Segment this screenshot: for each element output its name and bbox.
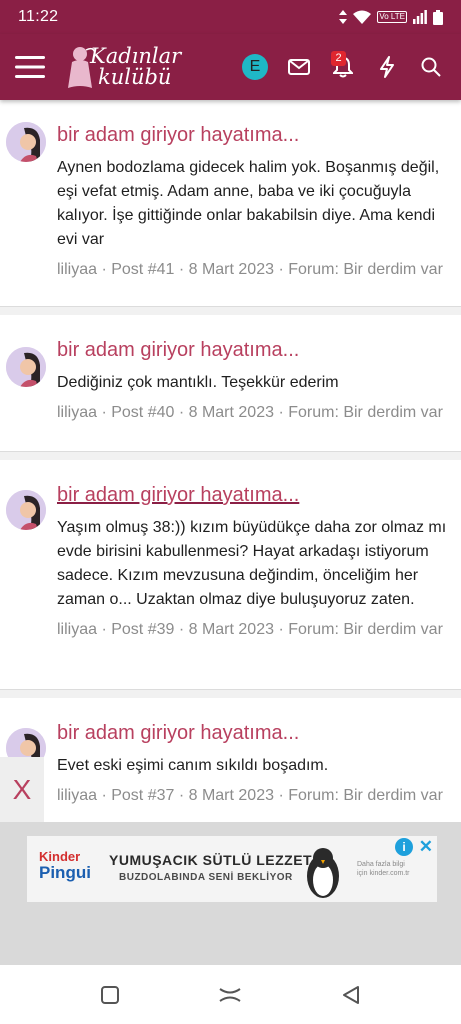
signal-icon — [413, 10, 427, 24]
wifi-icon — [353, 10, 372, 24]
status-icons: Vo LTE — [339, 9, 443, 25]
logo-line-1: Kadınlar — [90, 44, 182, 68]
ad-banner[interactable]: Kinder Pingui YUMUŞACIK SÜTLÜ LEZZET! BU… — [27, 836, 437, 902]
data-arrows-icon — [339, 10, 348, 24]
system-nav-bar — [0, 965, 461, 1024]
result-item: bir adam giriyor hayatıma... Yaşım olmuş… — [0, 452, 461, 690]
back-icon — [342, 985, 359, 1004]
site-logo[interactable]: Kadınlar kulübü — [60, 34, 230, 100]
logo-text: Kadınlar kulübü — [90, 46, 181, 88]
post-snippet: Dediğiniz çok mantıklı. Teşekkür ederim — [57, 374, 339, 391]
alerts-button[interactable]: 2 — [321, 45, 365, 89]
post-title[interactable]: bir adam giriyor hayatıma... — [57, 337, 453, 363]
post-meta: liliyaa · Post #39 · 8 Mart 2023 · Forum… — [57, 621, 443, 638]
status-bar: 11:22 Vo LTE — [0, 0, 461, 34]
post-title[interactable]: bir adam giriyor hayatıma... — [57, 482, 453, 508]
menu-button[interactable] — [0, 34, 60, 100]
lightning-icon — [380, 56, 394, 78]
ad-headline: YUMUŞACIK SÜTLÜ LEZZET! — [109, 852, 318, 868]
ad-brand-line-2: Pingui — [39, 863, 91, 882]
logo-line-2: kulübü — [98, 65, 172, 89]
battery-icon — [433, 9, 443, 25]
app-header: Kadınlar kulübü E 2 — [0, 34, 461, 100]
result-item: bir adam giriyor hayatıma... Dediğiniz ç… — [0, 307, 461, 452]
account-button[interactable]: E — [233, 45, 277, 89]
result-item: bir adam giriyor hayatıma... Aynen bodoz… — [0, 100, 461, 307]
whats-new-button[interactable] — [365, 45, 409, 89]
ad-dismiss-icon[interactable]: ✕ — [419, 837, 433, 857]
search-results: bir adam giriyor hayatıma... Aynen bodoz… — [0, 100, 461, 826]
recents-icon — [101, 985, 120, 1004]
volte-label: Vo LTE — [377, 11, 407, 23]
ad-container: Kinder Pingui YUMUŞACIK SÜTLÜ LEZZET! BU… — [0, 822, 461, 965]
post-meta: liliyaa · Post #37 · 8 Mart 2023 · Forum… — [57, 787, 443, 804]
ad-brand-logo: Kinder Pingui — [39, 850, 91, 882]
home-button[interactable] — [210, 975, 250, 1015]
status-time: 11:22 — [18, 8, 59, 25]
avatar[interactable] — [6, 122, 46, 162]
back-button[interactable] — [331, 975, 371, 1015]
ad-brand-line-1: Kinder — [39, 849, 81, 864]
avatar[interactable] — [6, 347, 46, 387]
result-item: bir adam giriyor hayatıma... Evet eski e… — [0, 690, 461, 826]
post-snippet: Aynen bodozlama gidecek halim yok. Boşan… — [57, 159, 440, 248]
post-meta: liliyaa · Post #40 · 8 Mart 2023 · Forum… — [57, 404, 443, 421]
post-meta: liliyaa · Post #41 · 8 Mart 2023 · Forum… — [57, 261, 443, 278]
post-snippet: Evet eski eşimi canım sıkıldı boşadım. — [57, 757, 329, 774]
ad-note: Daha fazla bilgi için kinder.com.tr — [357, 861, 410, 877]
ad-info-icon[interactable]: i — [395, 838, 413, 856]
envelope-icon — [288, 59, 310, 75]
post-title[interactable]: bir adam giriyor hayatıma... — [57, 122, 453, 148]
inbox-button[interactable] — [277, 45, 321, 89]
post-snippet: Yaşım olmuş 38:)) kızım büyüdükçe daha z… — [57, 519, 447, 608]
notification-badge: 2 — [331, 51, 346, 66]
home-icon — [219, 987, 242, 1002]
search-button[interactable] — [409, 45, 453, 89]
ad-subline: BUZDOLABINDA SENİ BEKLİYOR — [119, 872, 293, 883]
post-title[interactable]: bir adam giriyor hayatıma... — [57, 720, 453, 746]
search-icon — [421, 57, 441, 77]
user-avatar: E — [242, 54, 268, 80]
avatar[interactable] — [6, 490, 46, 530]
penguin-icon — [307, 848, 339, 898]
recents-button[interactable] — [90, 975, 130, 1015]
logo-figure-icon — [68, 47, 96, 88]
menu-icon — [15, 56, 45, 78]
ad-close-button[interactable]: X — [0, 757, 44, 823]
